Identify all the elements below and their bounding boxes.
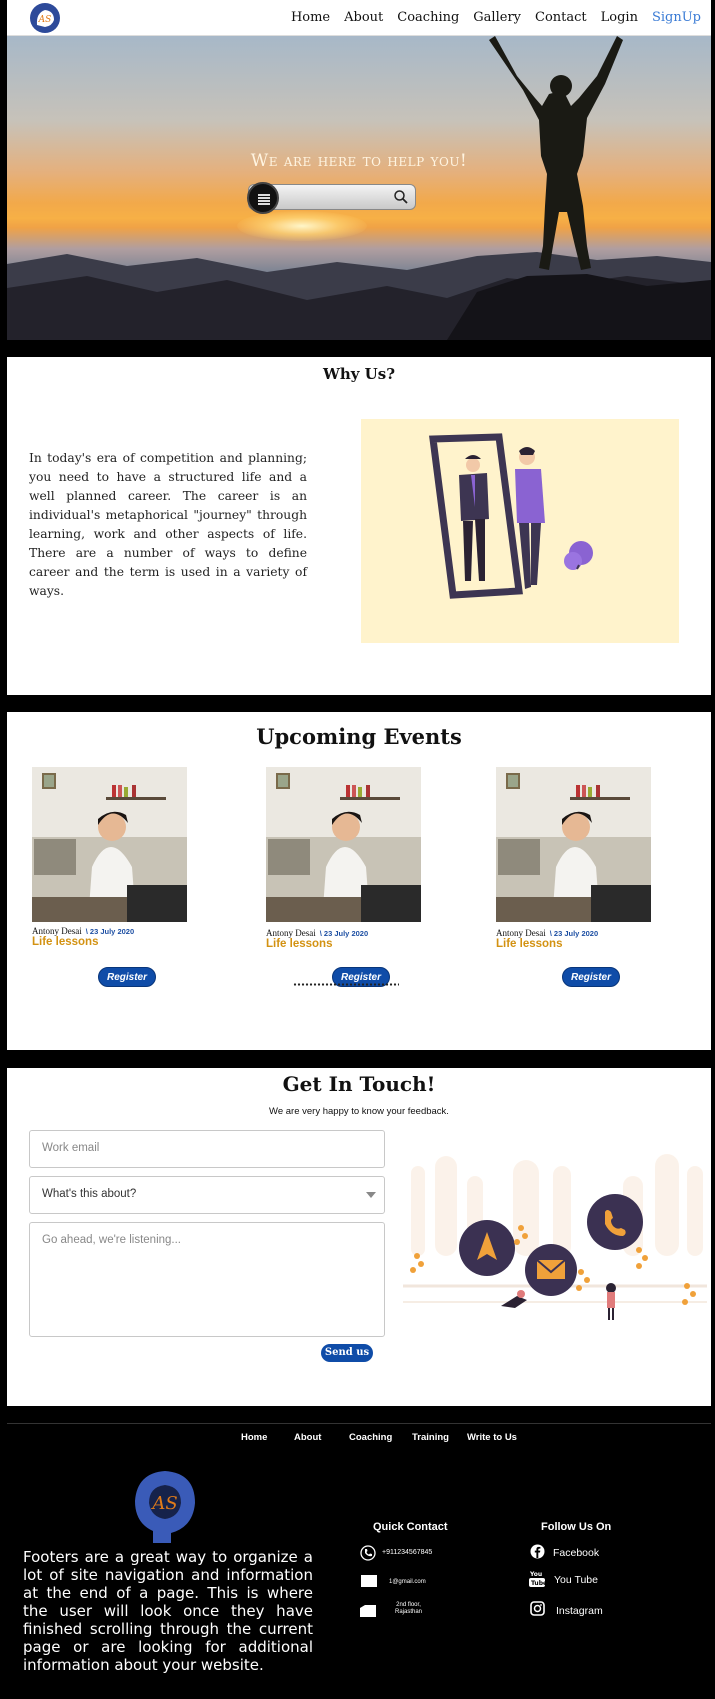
facebook-icon[interactable] [530, 1544, 545, 1559]
message-textarea[interactable]: Go ahead, we're listening... [29, 1222, 385, 1337]
nav-link-signup[interactable]: SignUp [652, 10, 701, 25]
hero-title: We are here to help you! [250, 151, 468, 171]
footer-phone: +911234567845 [382, 1549, 433, 1556]
event-meta: Antony Desai \ 23 July 2020 [32, 926, 192, 936]
nav-link-login[interactable]: Login [601, 10, 638, 25]
contact-section: Get In Touch! We are very happy to know … [7, 1068, 711, 1406]
svg-text:You: You [529, 1571, 542, 1578]
facebook-link[interactable]: Facebook [553, 1547, 599, 1559]
youtube-link[interactable]: You Tube [554, 1574, 598, 1586]
instagram-icon[interactable] [530, 1601, 545, 1616]
event-meta: Antony Desai \ 23 July 2020 [496, 928, 656, 938]
event-card[interactable]: Antony Desai \ 23 July 2020 Life lessons … [266, 767, 426, 987]
phone-icon [360, 1545, 376, 1561]
brand-logo[interactable]: AS [30, 3, 60, 33]
contact-subtitle: We are very happy to know your feedback. [269, 1106, 449, 1117]
upcoming-events-section: Upcoming Events Antony Desai \ 23 July 20… [7, 712, 711, 1050]
event-topic: Life lessons [496, 938, 563, 950]
nav-link-gallery[interactable]: Gallery [473, 10, 521, 25]
footer-link-coaching[interactable]: Coaching [349, 1432, 392, 1443]
events-title: Upcoming Events [256, 724, 462, 749]
why-us-title: Why Us? [322, 365, 395, 383]
footer-link-write-to-us[interactable]: Write to Us [467, 1432, 517, 1443]
event-card[interactable]: Antony Desai \ 23 July 2020 Life lessons … [32, 767, 192, 987]
register-button[interactable]: Register [562, 967, 620, 987]
event-photo [266, 767, 421, 922]
nav-link-about[interactable]: About [344, 10, 383, 25]
footer-logo[interactable]: AS [131, 1469, 199, 1545]
follow-us-title: Follow Us On [541, 1521, 612, 1533]
footer-description: Footers are a great way to organize a lo… [23, 1548, 313, 1674]
svg-text:AS: AS [38, 15, 52, 25]
event-photo [496, 767, 651, 922]
youtube-icon[interactable]: You Tube [529, 1570, 545, 1587]
topic-select[interactable]: What's this about? [29, 1176, 385, 1214]
footer: Home About Coaching Training Write to Us… [7, 1423, 711, 1699]
email-field[interactable]: Work email [29, 1130, 385, 1168]
svg-text:AS: AS [150, 1493, 177, 1514]
event-date: \ 23 July 2020 [319, 929, 369, 938]
contact-illustration [403, 1136, 707, 1326]
carousel-dots[interactable] [293, 983, 399, 986]
chevron-down-icon [366, 1192, 376, 1198]
mirror-illustration [361, 419, 679, 643]
register-button[interactable]: Register [98, 967, 156, 987]
svg-text:Tube: Tube [531, 1580, 545, 1587]
topic-select-value: What's this about? [42, 1188, 137, 1200]
footer-link-training[interactable]: Training [412, 1432, 449, 1443]
nav-link-contact[interactable]: Contact [535, 10, 587, 25]
event-date: \ 23 July 2020 [85, 927, 135, 936]
footer-link-about[interactable]: About [294, 1432, 321, 1443]
event-author: Antony Desai [32, 926, 82, 936]
event-date: \ 23 July 2020 [549, 929, 599, 938]
nav-links: Home About Coaching Gallery Contact Logi… [277, 10, 701, 25]
send-button[interactable]: Send us [321, 1344, 373, 1362]
event-author: Antony Desai [496, 928, 546, 938]
navbar: AS Home About Coaching Gallery Contact L… [7, 0, 711, 36]
location-icon [360, 1605, 376, 1617]
event-meta: Antony Desai \ 23 July 2020 [266, 928, 426, 938]
hero-sun-glow [237, 211, 367, 241]
event-card[interactable]: Antony Desai \ 23 July 2020 Life lessons … [496, 767, 656, 987]
instagram-link[interactable]: Instagram [556, 1605, 603, 1617]
event-author: Antony Desai [266, 928, 316, 938]
menu-icon[interactable] [247, 182, 279, 214]
event-topic: Life lessons [32, 936, 99, 948]
footer-link-home[interactable]: Home [241, 1432, 267, 1443]
quick-contact-title: Quick Contact [373, 1521, 448, 1533]
event-photo [32, 767, 187, 922]
event-topic: Life lessons [266, 938, 333, 950]
why-us-text: In today's era of competition and planni… [29, 451, 307, 598]
footer-email: 1@gmail.com [389, 1579, 426, 1585]
contact-title: Get In Touch! [282, 1072, 436, 1096]
nav-link-home[interactable]: Home [291, 10, 330, 25]
hero-search-bar[interactable] [247, 182, 416, 214]
nav-link-coaching[interactable]: Coaching [397, 10, 459, 25]
search-icon[interactable] [393, 189, 409, 205]
why-us-section: Why Us? In today's era of competition an… [7, 357, 711, 695]
footer-address: 2nd floor, Rajasthan [395, 1602, 423, 1615]
hero-banner: We are here to help you! [7, 36, 711, 340]
email-icon [361, 1575, 377, 1587]
